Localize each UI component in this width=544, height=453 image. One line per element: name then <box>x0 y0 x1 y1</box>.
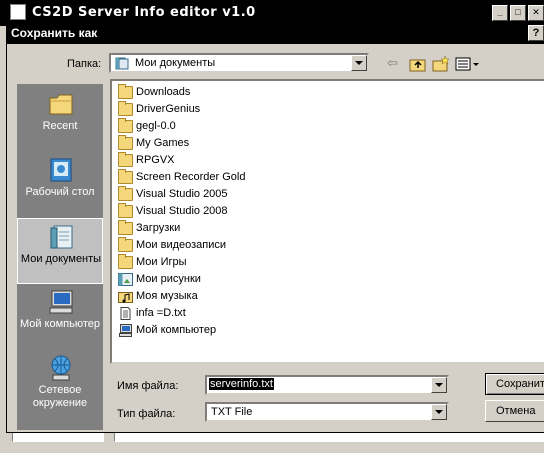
desktop-icon <box>50 158 72 182</box>
text-file-icon <box>120 307 131 320</box>
folder-icon <box>118 220 133 235</box>
music-folder-icon <box>118 292 133 303</box>
chevron-down-icon[interactable] <box>351 55 367 71</box>
app-icon <box>10 4 26 20</box>
folder-icon <box>118 237 133 252</box>
folder-icon <box>118 186 133 201</box>
place-my-computer[interactable]: Мой компьютер <box>17 284 103 350</box>
file-list[interactable]: Downloads DriverGenius gegl-0.0 My Games… <box>110 79 544 364</box>
folder-icon <box>118 169 133 184</box>
place-network[interactable]: Сетевое окружение <box>17 350 103 416</box>
minimize-button[interactable]: _ <box>492 5 508 21</box>
chevron-down-icon[interactable] <box>431 404 447 420</box>
save-as-dialog: Сохранить как ? Папка: Мои документы ⇦ R… <box>6 21 544 433</box>
my-computer-icon <box>119 324 132 337</box>
dialog-title: Сохранить как <box>11 26 98 40</box>
folder-icon <box>118 84 133 99</box>
place-label: Мой компьютер <box>19 318 101 330</box>
maximize-button[interactable]: □ <box>510 5 526 21</box>
filetype-select[interactable]: TXT File <box>205 402 449 422</box>
lookin-combo[interactable]: Мои документы <box>109 53 369 73</box>
folder-icon <box>118 254 133 269</box>
folder-icon <box>118 152 133 167</box>
close-button[interactable]: ✕ <box>528 5 544 21</box>
help-button[interactable]: ? <box>528 25 544 41</box>
chevron-down-icon[interactable] <box>431 377 447 393</box>
new-folder-icon[interactable] <box>432 55 450 73</box>
place-label: Recent <box>42 120 78 132</box>
my-computer-icon <box>49 290 73 314</box>
my-documents-icon <box>115 57 129 70</box>
lookin-label: Папка: <box>67 58 102 70</box>
folder-icon <box>118 135 133 150</box>
recent-folder-icon <box>49 94 73 115</box>
back-arrow-icon[interactable]: ⇦ <box>387 55 403 73</box>
place-desktop[interactable]: Рабочий стол <box>17 152 103 218</box>
view-menu-icon[interactable] <box>455 55 481 73</box>
place-label: Мои документы <box>20 253 102 265</box>
background-window-title: CS2D Server Info editor v1.0 <box>32 5 256 20</box>
filetype-value: TXT File <box>211 406 253 418</box>
pictures-folder-icon <box>118 273 133 286</box>
folder-icon <box>118 101 133 116</box>
save-button[interactable]: Сохранить <box>485 373 544 395</box>
filename-combo[interactable]: serverinfo.txt <box>205 375 449 395</box>
dialog-titlebar[interactable]: Сохранить как ? <box>7 22 544 44</box>
places-bar: Recent Рабочий стол Мои документы Мой ко… <box>17 84 103 430</box>
filename-input[interactable]: serverinfo.txt <box>209 378 274 390</box>
network-icon <box>51 355 71 381</box>
folder-icon <box>118 118 133 133</box>
my-documents-icon <box>50 225 73 249</box>
place-label: Сетевое окружение <box>32 384 88 409</box>
place-my-documents[interactable]: Мои документы <box>17 218 103 284</box>
lookin-value: Мои документы <box>135 57 216 69</box>
up-folder-icon[interactable] <box>409 55 427 73</box>
filename-label: Имя файла: <box>117 380 179 392</box>
cancel-button[interactable]: Отмена <box>485 400 544 422</box>
filetype-label: Тип файла: <box>117 408 176 420</box>
place-recent[interactable]: Recent <box>17 86 103 152</box>
place-label: Рабочий стол <box>25 186 95 198</box>
folder-icon <box>118 203 133 218</box>
